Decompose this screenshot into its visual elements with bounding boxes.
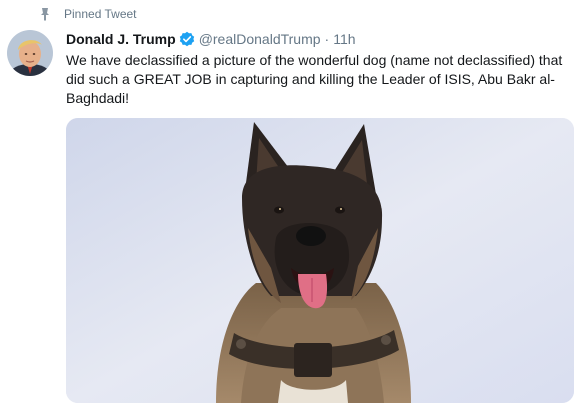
pinned-tweet-label: Pinned Tweet bbox=[64, 7, 137, 21]
avatar[interactable] bbox=[7, 30, 53, 76]
tweet-media-photo[interactable] bbox=[66, 118, 574, 403]
author-display-name[interactable]: Donald J. Trump bbox=[66, 30, 176, 48]
tweet-header: Donald J. Trump @realDonaldTrump · 11h bbox=[66, 30, 578, 48]
pin-icon bbox=[38, 7, 52, 21]
tweet-text: We have declassified a picture of the wo… bbox=[66, 52, 563, 106]
verified-badge-icon bbox=[179, 31, 195, 47]
tweet-timestamp[interactable]: 11h bbox=[333, 30, 355, 48]
avatar-image bbox=[7, 30, 53, 76]
dog-photo bbox=[66, 118, 574, 403]
author-handle[interactable]: @realDonaldTrump bbox=[199, 30, 321, 48]
pinned-tweet-indicator: Pinned Tweet bbox=[38, 7, 137, 21]
tweet-body: Donald J. Trump @realDonaldTrump · 11h W… bbox=[66, 30, 578, 108]
separator-dot: · bbox=[324, 31, 330, 47]
